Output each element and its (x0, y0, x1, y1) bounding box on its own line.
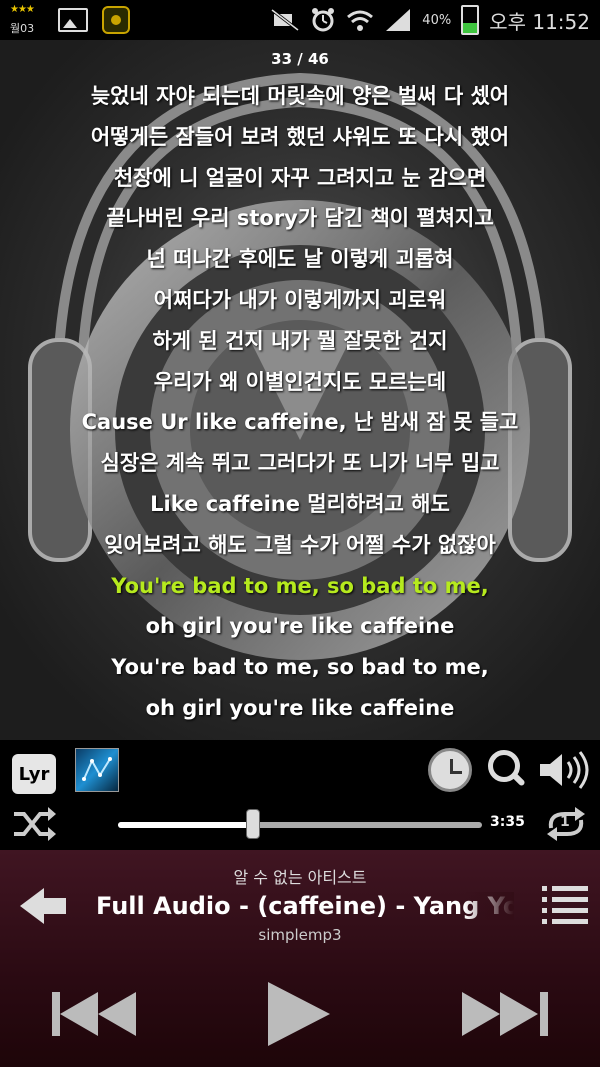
calendar-icon: ★★★ 월03 (10, 4, 35, 35)
album-name: simplemp3 (258, 926, 342, 944)
artist-name: 알 수 없는 아티스트 (233, 868, 367, 887)
shuffle-button[interactable] (12, 806, 56, 842)
lyric-line: 끝나버린 우리 story가 담긴 책이 펼쳐지고 (106, 206, 494, 231)
alarm-icon (312, 8, 335, 32)
lyric-line: 늦었네 자야 되는데 머릿속에 양은 벌써 다 셌어 (90, 84, 510, 108)
mute-icon (271, 8, 300, 32)
volume-button[interactable] (538, 750, 590, 790)
visualizer-button[interactable] (75, 748, 119, 792)
lyric-line: Like caffeine 멀리하려고 해도 (150, 491, 450, 516)
lyric-line: 어떻게든 잠들어 보려 했던 샤워도 또 다시 했어 (90, 124, 510, 149)
signal-icon (386, 9, 411, 31)
app-icon (102, 6, 130, 34)
sleep-timer-button[interactable] (428, 748, 472, 792)
lyric-line-current: You're bad to me, so bad to me, (111, 573, 489, 598)
lyric-lines: 늦었네 자야 되는데 머릿속에 양은 벌써 다 셌어어떻게든 잠들어 보려 했던… (0, 76, 600, 740)
battery-icon (461, 5, 480, 35)
calendar-label: 월03 (10, 22, 35, 35)
repeat-count: 1 (560, 814, 570, 830)
playlist-button[interactable] (542, 886, 588, 926)
lyric-line: 하게 된 건지 내가 뭘 잘못한 건지 (152, 328, 448, 353)
lyric-line: 심장은 계속 뛰고 그러다가 또 니가 너무 밉고 (100, 451, 500, 476)
play-button[interactable] (268, 982, 330, 1046)
player-controls: Lyr 3:35 1 (0, 740, 600, 850)
lyric-line: ··· (0, 729, 600, 740)
lyric-line: 잊어보려고 해도 그럴 수가 어쩔 수가 없잖아 (104, 532, 496, 557)
lyric-line: You're bad to me, so bad to me, (111, 655, 489, 680)
clock: 오후 11:52 (489, 9, 590, 34)
wifi-icon (347, 10, 374, 31)
picture-icon (58, 8, 88, 32)
lyric-line: 넌 떠나간 후에도 날 이렇게 괴롭혀 (146, 247, 454, 272)
repeat-button[interactable]: 1 (545, 806, 587, 842)
seek-bar[interactable] (118, 809, 482, 839)
now-playing-panel: 알 수 없는 아티스트 Full Audio - (caffeine) - Ya… (0, 850, 600, 1067)
seek-progress (118, 822, 253, 828)
previous-track-button[interactable] (52, 992, 138, 1036)
lyrics-view[interactable]: 33 / 46 늦었네 자야 되는데 머릿속에 양은 벌써 다 셌어어떻게든 잠… (0, 40, 600, 740)
lyric-line: oh girl you're like caffeine (145, 695, 455, 720)
song-title: Full Audio - (caffeine) - Yang Yo (96, 892, 514, 920)
lyrics-toggle-button[interactable]: Lyr (12, 754, 56, 794)
lyric-line: 어쩌다가 내가 이렇게까지 괴로워 (153, 287, 447, 312)
constellation-icon (82, 757, 112, 781)
back-button[interactable] (20, 888, 68, 924)
status-bar: ★★★ 월03 40% 오후 11:52 (0, 0, 600, 40)
track-counter: 33 / 46 (271, 50, 329, 68)
lyric-line: 우리가 왜 이별인건지도 모르는데 (153, 369, 447, 394)
search-button[interactable] (488, 750, 528, 790)
lyric-line: Cause Ur like caffeine, 난 밤새 잠 못 들고 (81, 410, 519, 435)
next-track-button[interactable] (462, 992, 548, 1036)
lyric-line: 천장에 니 얼굴이 자꾸 그려지고 눈 감으면 (113, 165, 487, 190)
total-time: 3:35 (490, 814, 525, 830)
seek-thumb[interactable] (245, 809, 260, 839)
battery-percent: 40% (422, 12, 452, 28)
lyric-line: oh girl you're like caffeine (145, 614, 455, 639)
